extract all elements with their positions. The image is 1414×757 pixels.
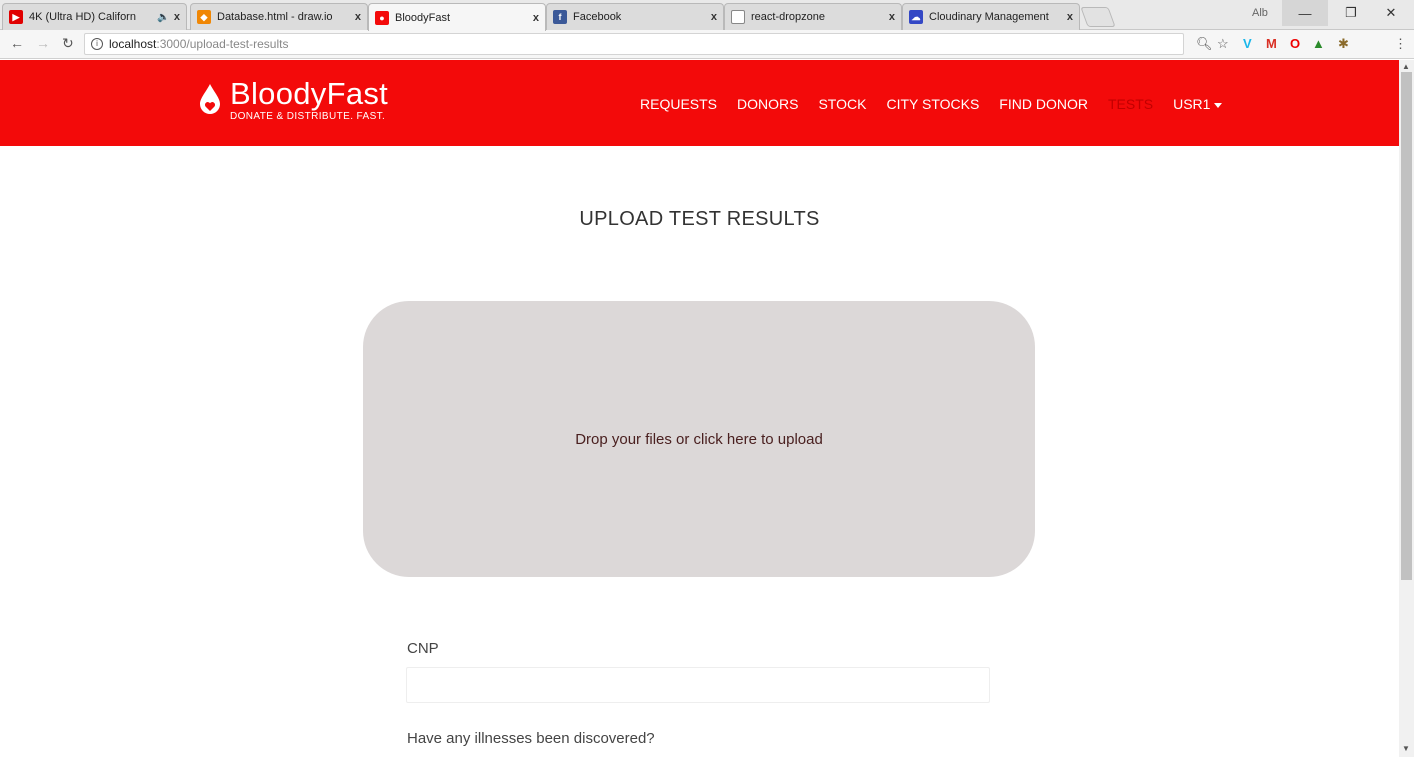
close-tab-icon[interactable]: x <box>174 11 180 23</box>
scroll-thumb[interactable] <box>1401 72 1412 580</box>
zoom-icon[interactable]: 🔍︎ <box>1196 36 1213 52</box>
browser-user-label[interactable]: Alb <box>1252 7 1268 19</box>
speaker-icon[interactable]: 🔈 <box>157 12 169 23</box>
new-extension-icon[interactable]: ▲ <box>1312 36 1325 51</box>
star-icon[interactable]: ☆ <box>1217 36 1229 52</box>
cnp-label: CNP <box>407 640 439 657</box>
nav-find-donor[interactable]: FIND DONOR <box>999 96 1088 112</box>
close-tab-icon[interactable]: x <box>889 11 895 23</box>
browser-tab-drawio[interactable]: ◆ Database.html - draw.io x <box>190 3 368 30</box>
menu-dots-icon[interactable]: ⋮ <box>1394 36 1407 52</box>
gmail-extension-icon[interactable]: M <box>1266 36 1277 51</box>
url-path: :3000/upload-test-results <box>156 37 289 51</box>
page-title: UPLOAD TEST RESULTS <box>579 208 820 230</box>
vimeo-extension-icon[interactable]: V <box>1243 36 1252 51</box>
close-tab-icon[interactable]: x <box>711 11 717 23</box>
tab-label: react-dropzone <box>751 11 825 23</box>
brand-tagline: DONATE & DISTRIBUTE. FAST. <box>230 111 386 122</box>
nav-donors[interactable]: DONORS <box>737 96 798 112</box>
url-host: localhost <box>109 37 157 51</box>
brand-name: BloodyFast <box>230 76 389 111</box>
tab-label: Cloudinary Management <box>929 11 1049 23</box>
browser-tab-strip: ▶ 4K (Ultra HD) Californ 🔈 x ◆ Database.… <box>0 0 1414 31</box>
scroll-down-arrow-icon[interactable]: ▼ <box>1402 744 1410 753</box>
close-tab-icon[interactable]: x <box>533 12 539 24</box>
browser-tab-bloodyfast[interactable]: ● BloodyFast x <box>368 3 546 31</box>
tab-label: 4K (Ultra HD) Californ <box>29 11 136 23</box>
nav-city-stocks[interactable]: CITY STOCKS <box>886 96 979 112</box>
user-menu-label: USR1 <box>1173 96 1211 112</box>
main-nav: REQUESTS DONORS STOCK CITY STOCKS FIND D… <box>640 96 1242 112</box>
page-icon <box>731 10 745 24</box>
brand-logo[interactable]: BloodyFast DONATE & DISTRIBUTE. FAST. <box>198 78 388 122</box>
new-tab-button[interactable] <box>1080 7 1116 27</box>
browser-toolbar: ← → ↻ i localhost:3000/upload-test-resul… <box>0 30 1414 59</box>
app-header: BloodyFast DONATE & DISTRIBUTE. FAST. RE… <box>0 60 1399 146</box>
nav-stock[interactable]: STOCK <box>818 96 866 112</box>
browser-tab-cloudinary[interactable]: ☁ Cloudinary Management x <box>902 3 1080 30</box>
tab-label: BloodyFast <box>395 11 451 24</box>
page-scrollbar[interactable]: ▲ ▼ <box>1399 60 1414 757</box>
facebook-icon: f <box>553 10 567 24</box>
cnp-input[interactable] <box>406 667 990 703</box>
forward-arrow-icon[interactable]: → <box>36 35 50 51</box>
info-icon[interactable]: i <box>91 38 103 50</box>
file-dropzone[interactable]: Drop your files or click here to upload <box>363 301 1035 577</box>
close-window-icon[interactable]: ✕ <box>1368 0 1414 26</box>
bloodyfast-icon: ● <box>375 10 389 25</box>
blood-drop-icon <box>200 84 220 114</box>
opera-extension-icon[interactable]: O <box>1290 36 1300 51</box>
drawio-icon: ◆ <box>197 10 211 24</box>
cloudinary-icon: ☁ <box>909 10 923 24</box>
caret-down-icon <box>1214 102 1223 108</box>
close-tab-icon[interactable]: x <box>1067 11 1073 23</box>
youtube-icon: ▶ <box>9 10 23 24</box>
tab-label: Database.html - draw.io <box>217 11 333 23</box>
user-menu[interactable]: USR1 <box>1173 96 1223 112</box>
reload-icon[interactable]: ↻ <box>62 35 74 52</box>
tab-label: Facebook <box>573 11 622 23</box>
back-arrow-icon[interactable]: ← <box>10 35 24 51</box>
nav-requests[interactable]: REQUESTS <box>640 96 717 112</box>
paw-extension-icon[interactable]: ✱ <box>1338 36 1349 52</box>
browser-tab-react-dropzone[interactable]: react-dropzone x <box>724 3 902 30</box>
address-bar[interactable]: i localhost:3000/upload-test-results <box>84 33 1184 55</box>
browser-tab-youtube[interactable]: ▶ 4K (Ultra HD) Californ 🔈 x <box>2 3 187 30</box>
illness-question-label: Have any illnesses been discovered? <box>407 730 655 747</box>
minimize-icon[interactable]: — <box>1282 0 1328 26</box>
close-tab-icon[interactable]: x <box>355 11 361 23</box>
browser-tab-facebook[interactable]: f Facebook x <box>546 3 724 30</box>
nav-tests[interactable]: TESTS <box>1108 96 1153 112</box>
dropzone-text: Drop your files or click here to upload <box>575 430 823 448</box>
scroll-up-arrow-icon[interactable]: ▲ <box>1402 62 1410 71</box>
